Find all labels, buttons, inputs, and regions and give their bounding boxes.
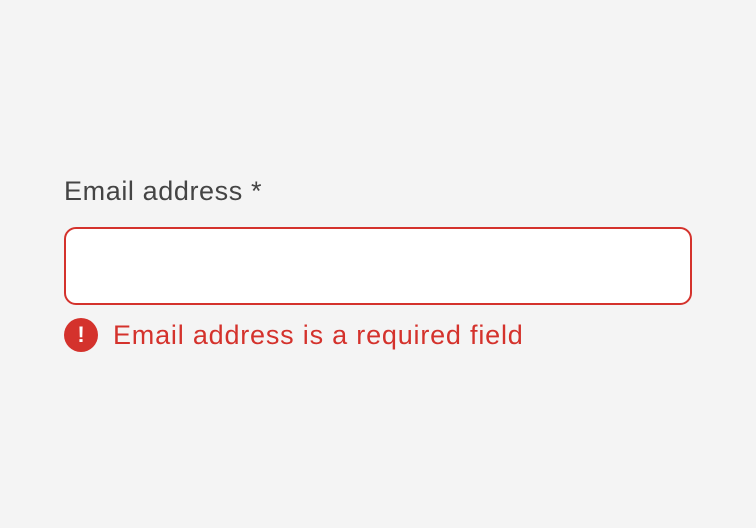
error-exclamation-icon: ! — [64, 318, 98, 352]
email-input[interactable] — [64, 227, 692, 305]
email-error-message: ! Email address is a required field — [64, 318, 692, 352]
error-text: Email address is a required field — [113, 319, 524, 350]
email-label: Email address * — [64, 176, 263, 206]
email-form-field: Email address * ! Email address is a req… — [64, 176, 692, 352]
